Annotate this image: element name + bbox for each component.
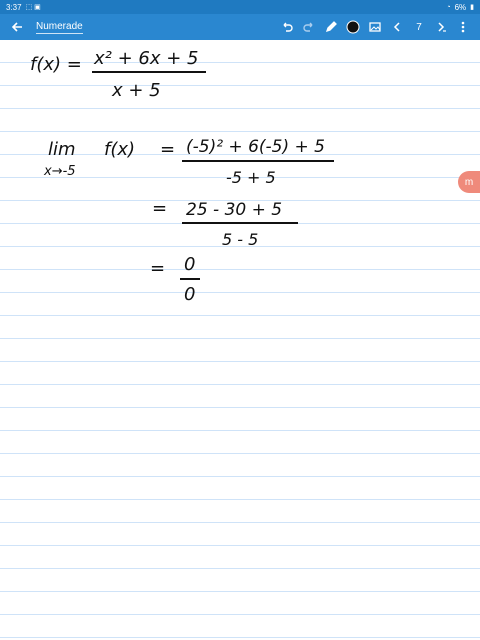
notebook-title[interactable]: Numerade: [36, 20, 83, 34]
badge-label: m: [464, 176, 474, 188]
limit-function: f(x): [104, 139, 136, 160]
menu-dots-icon[interactable]: [452, 16, 474, 38]
function-denominator: x + 5: [112, 80, 161, 101]
app-toolbar: Numerade 7: [0, 14, 480, 40]
notification-icons: ⬚ ▣: [25, 4, 41, 11]
result-fraction-bar: [180, 278, 200, 280]
color-dot-icon[interactable]: [342, 16, 364, 38]
substitution-fraction-bar: [182, 160, 334, 162]
substitution-denominator: -5 + 5: [226, 168, 276, 187]
simplified-fraction-bar: [182, 222, 298, 224]
result-numerator: 0: [184, 254, 196, 275]
image-icon[interactable]: [364, 16, 386, 38]
function-fraction-bar: [92, 71, 206, 73]
simplified-denominator: 5 - 5: [222, 230, 259, 249]
equals-sign: =: [160, 139, 176, 160]
numerade-badge[interactable]: m: [458, 171, 480, 193]
next-page-icon[interactable]: [430, 16, 452, 38]
notebook-page[interactable]: f(x) = x² + 6x + 5 x + 5 lim x→-5 f(x) =…: [0, 40, 480, 640]
undo-icon[interactable]: [276, 16, 298, 38]
simplified-numerator: 25 - 30 + 5: [186, 200, 283, 220]
page-number[interactable]: 7: [408, 22, 430, 33]
redo-icon[interactable]: [298, 16, 320, 38]
result-denominator: 0: [184, 284, 196, 305]
function-numerator: x² + 6x + 5: [94, 48, 199, 69]
function-label: f(x) =: [30, 54, 82, 75]
back-arrow-icon[interactable]: [6, 16, 28, 38]
status-bar: 3:37 ⬚ ▣ ◔ 6% ▮: [0, 0, 480, 14]
limit-label: lim: [48, 139, 76, 160]
pen-icon[interactable]: [320, 16, 342, 38]
battery-icon: ▮: [470, 4, 474, 11]
wifi-icon: ◔: [446, 3, 451, 11]
substitution-numerator: (-5)² + 6(-5) + 5: [186, 137, 325, 157]
battery-level: 6%: [454, 2, 467, 12]
equals-sign: =: [150, 258, 166, 279]
limit-subscript: x→-5: [44, 164, 76, 179]
equals-sign: =: [152, 198, 168, 219]
prev-page-icon[interactable]: [386, 16, 408, 38]
status-time: 3:37: [6, 2, 22, 12]
